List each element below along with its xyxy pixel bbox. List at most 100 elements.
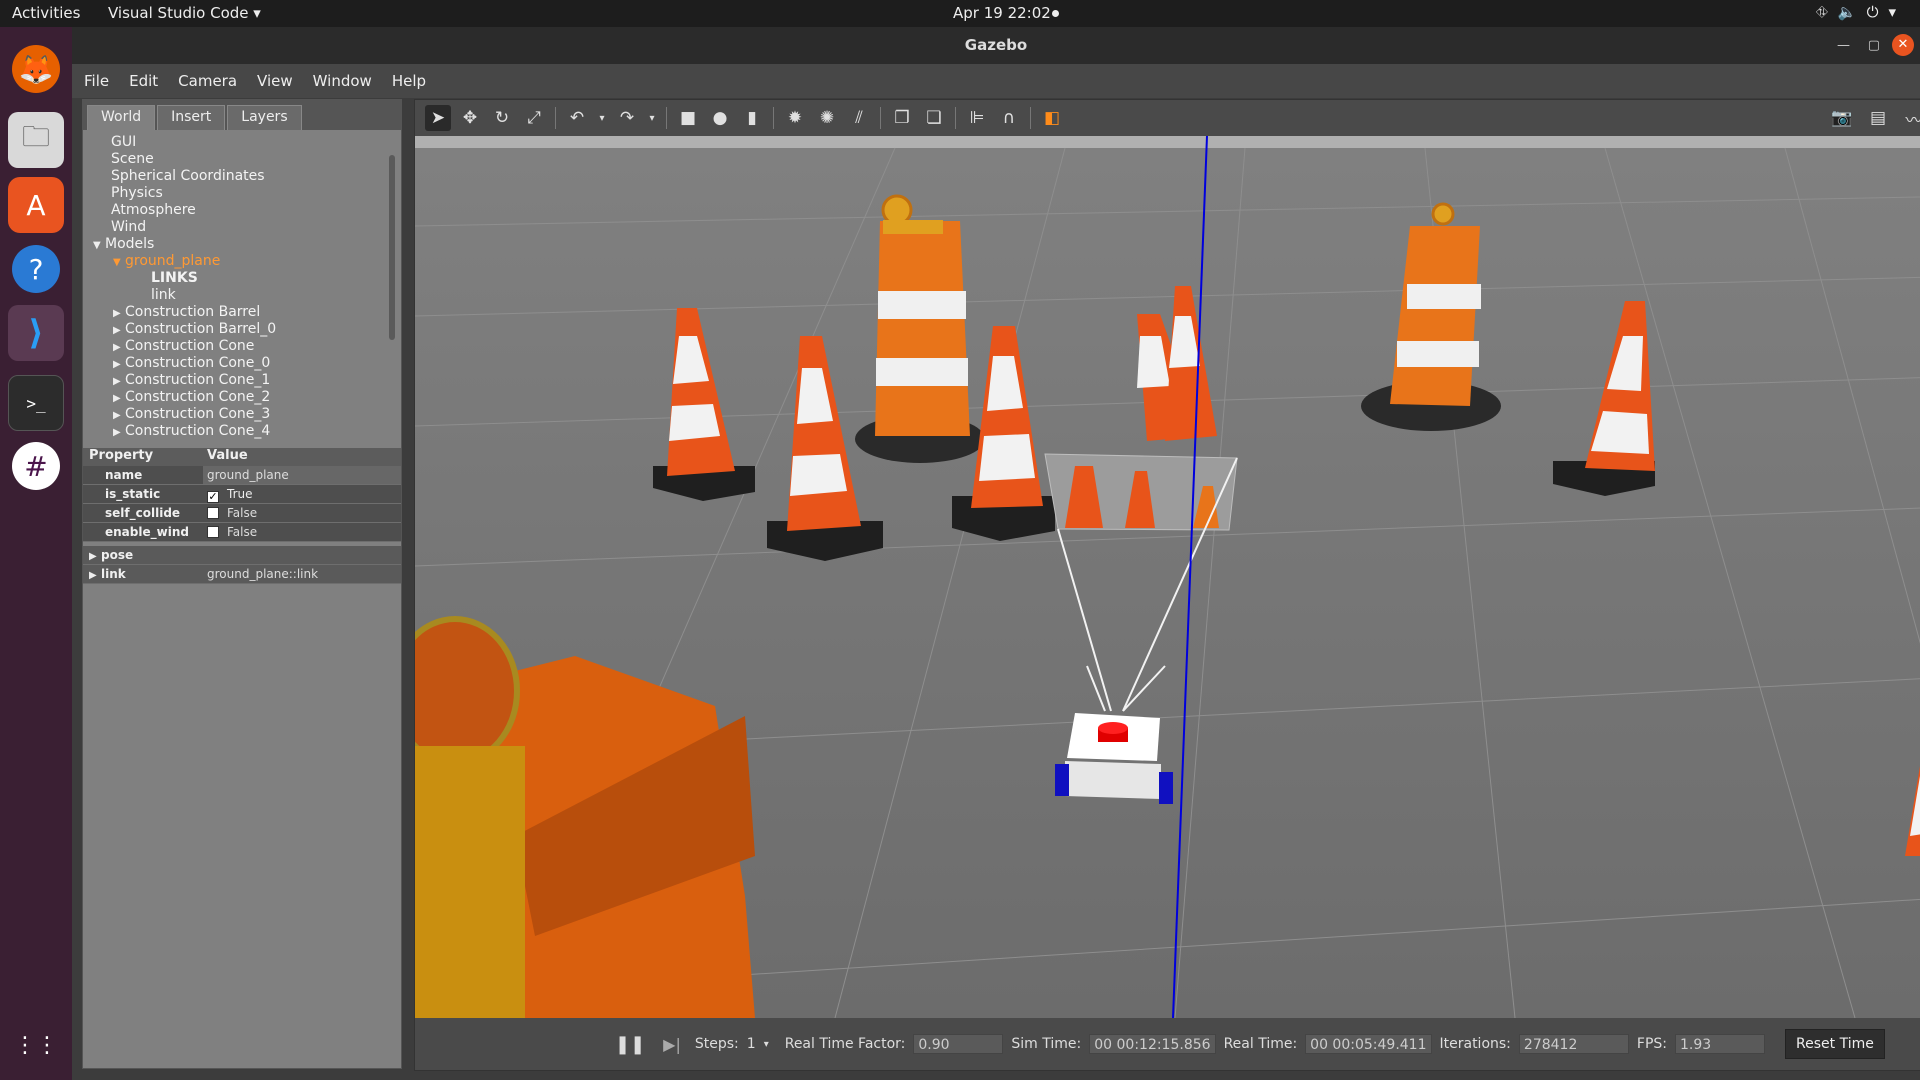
expand-right-icon[interactable]: ▶: [113, 339, 125, 356]
tree-item[interactable]: ▶ Construction Cone_0: [83, 355, 401, 372]
software-icon[interactable]: A: [8, 177, 64, 233]
simulation-status-bar: ❚❚ ▶| Steps: 1 ▾ Real Time Factor: 0.90 …: [415, 1018, 1920, 1070]
menu-view[interactable]: View: [257, 72, 293, 90]
expand-right-icon[interactable]: ▶: [113, 424, 125, 441]
expand-right-icon[interactable]: ▶: [113, 390, 125, 407]
tree-item[interactable]: ▶ Construction Cone: [83, 338, 401, 355]
chevron-down-icon[interactable]: ▾: [764, 1039, 769, 1050]
tree-wind[interactable]: Wind: [83, 219, 401, 236]
checkbox-unchecked[interactable]: [207, 526, 219, 538]
app-menu[interactable]: Visual Studio Code ▾: [108, 4, 261, 22]
left-panel: World Insert Layers GUI Scene Spherical …: [82, 99, 402, 1069]
tree-atmosphere[interactable]: Atmosphere: [83, 202, 401, 219]
property-value[interactable]: ground_plane: [203, 466, 401, 484]
simulation-scene[interactable]: [415, 136, 1920, 1018]
screenshot-icon[interactable]: 📷: [1829, 105, 1855, 131]
redo-icon[interactable]: ↷: [614, 105, 640, 131]
tree-spherical[interactable]: Spherical Coordinates: [83, 168, 401, 185]
step-icon[interactable]: ▶|: [663, 1035, 681, 1054]
firefox-icon[interactable]: 🦊: [12, 45, 60, 93]
tree-scene[interactable]: Scene: [83, 151, 401, 168]
view-angle-icon[interactable]: ◧: [1039, 105, 1065, 131]
dock: 🦊 🗀 A ? ⟩ >_ # ⋮⋮: [0, 27, 72, 1080]
tab-world[interactable]: World: [87, 105, 156, 130]
property-pose[interactable]: ▶ pose: [83, 546, 401, 565]
tree-scrollbar[interactable]: [389, 155, 395, 340]
tab-insert[interactable]: Insert: [157, 105, 226, 130]
tree-gui[interactable]: GUI: [83, 134, 401, 151]
expand-right-icon[interactable]: ▶: [113, 322, 125, 339]
tab-layers[interactable]: Layers: [227, 105, 302, 130]
rotate-tool-icon[interactable]: ↻: [489, 105, 515, 131]
close-icon[interactable]: ✕: [1892, 34, 1914, 56]
tree-item[interactable]: ▶ Construction Cone_3: [83, 406, 401, 423]
align-icon[interactable]: ⊫: [964, 105, 990, 131]
point-light-icon[interactable]: ✹: [782, 105, 808, 131]
activities-button[interactable]: Activities: [12, 4, 80, 22]
property-row: self_collide False: [83, 504, 401, 523]
checkbox-unchecked[interactable]: [207, 507, 219, 519]
log-icon[interactable]: ▤: [1865, 105, 1891, 131]
expand-down-icon[interactable]: ▼: [113, 254, 125, 271]
terminal-icon[interactable]: >_: [8, 375, 64, 431]
maximize-icon[interactable]: ▢: [1868, 27, 1880, 64]
expand-right-icon[interactable]: ▶: [113, 356, 125, 373]
steps-value[interactable]: 1: [747, 1036, 756, 1052]
tree-item[interactable]: ▶ Construction Cone_1: [83, 372, 401, 389]
menu-window[interactable]: Window: [313, 72, 372, 90]
paste-icon[interactable]: ❏: [921, 105, 947, 131]
slack-icon[interactable]: #: [12, 442, 60, 490]
property-header: Property Value: [83, 448, 401, 466]
copy-icon[interactable]: ❐: [889, 105, 915, 131]
scale-tool-icon[interactable]: ⤢: [521, 105, 547, 131]
expand-right-icon[interactable]: ▶: [113, 373, 125, 390]
menu-help[interactable]: Help: [392, 72, 426, 90]
spot-light-icon[interactable]: ✺: [814, 105, 840, 131]
tree-link[interactable]: link: [83, 287, 401, 304]
tree-models[interactable]: ▼ Models: [83, 236, 401, 253]
select-tool-icon[interactable]: ➤: [425, 105, 451, 131]
expand-right-icon[interactable]: ▶: [89, 567, 101, 585]
sphere-shape-icon[interactable]: ●: [707, 105, 733, 131]
tree-physics[interactable]: Physics: [83, 185, 401, 202]
undo-icon[interactable]: ↶: [564, 105, 590, 131]
tree-item[interactable]: ▶ Construction Barrel_0: [83, 321, 401, 338]
snap-icon[interactable]: ∩: [996, 105, 1022, 131]
tree-item[interactable]: ▶ Construction Barrel: [83, 304, 401, 321]
reset-time-button[interactable]: Reset Time: [1785, 1029, 1885, 1059]
plot-icon[interactable]: 〰: [1901, 105, 1920, 131]
sim-time-value: 00 00:12:15.856: [1089, 1034, 1216, 1054]
minimize-icon[interactable]: —: [1837, 27, 1850, 64]
translate-tool-icon[interactable]: ✥: [457, 105, 483, 131]
cylinder-shape-icon[interactable]: ▮: [739, 105, 765, 131]
pause-icon[interactable]: ❚❚: [615, 1034, 645, 1055]
clock[interactable]: Apr 19 22:02: [953, 4, 1051, 22]
system-tray[interactable]: ⛗🔈⏻▾: [1816, 3, 1906, 21]
world-tree: GUI Scene Spherical Coordinates Physics …: [83, 130, 401, 448]
chevron-down-icon: ▾: [1888, 3, 1906, 21]
help-icon[interactable]: ?: [12, 245, 60, 293]
expand-right-icon[interactable]: ▶: [89, 548, 101, 566]
tree-ground-plane[interactable]: ▼ ground_plane: [83, 253, 401, 270]
app-grid-icon[interactable]: ⋮⋮: [8, 1017, 64, 1073]
rtf-label: Real Time Factor:: [784, 1036, 906, 1052]
menu-edit[interactable]: Edit: [129, 72, 158, 90]
expand-right-icon[interactable]: ▶: [113, 305, 125, 322]
checkbox-checked[interactable]: ✓: [207, 491, 219, 503]
3d-viewport[interactable]: ➤ ✥ ↻ ⤢ ↶ ▾ ↷ ▾ ■ ● ▮ ✹ ✺ ⫽ ❐ ❏ ⊫ ∩ ◧ 📷 …: [414, 99, 1920, 1071]
property-link[interactable]: ▶ link ground_plane::link: [83, 565, 401, 584]
vscode-icon[interactable]: ⟩: [8, 305, 64, 361]
files-icon[interactable]: 🗀: [8, 112, 64, 168]
volume-icon: 🔈: [1837, 3, 1867, 21]
toolbar-separator: [1030, 107, 1031, 129]
tree-item[interactable]: ▶ Construction Cone_4: [83, 423, 401, 440]
chevron-down-icon[interactable]: ▾: [646, 105, 658, 131]
menu-camera[interactable]: Camera: [178, 72, 237, 90]
expand-down-icon[interactable]: ▼: [93, 237, 105, 254]
tree-item[interactable]: ▶ Construction Cone_2: [83, 389, 401, 406]
box-shape-icon[interactable]: ■: [675, 105, 701, 131]
menu-file[interactable]: File: [84, 72, 109, 90]
expand-right-icon[interactable]: ▶: [113, 407, 125, 424]
chevron-down-icon[interactable]: ▾: [596, 105, 608, 131]
directional-light-icon[interactable]: ⫽: [846, 105, 872, 131]
